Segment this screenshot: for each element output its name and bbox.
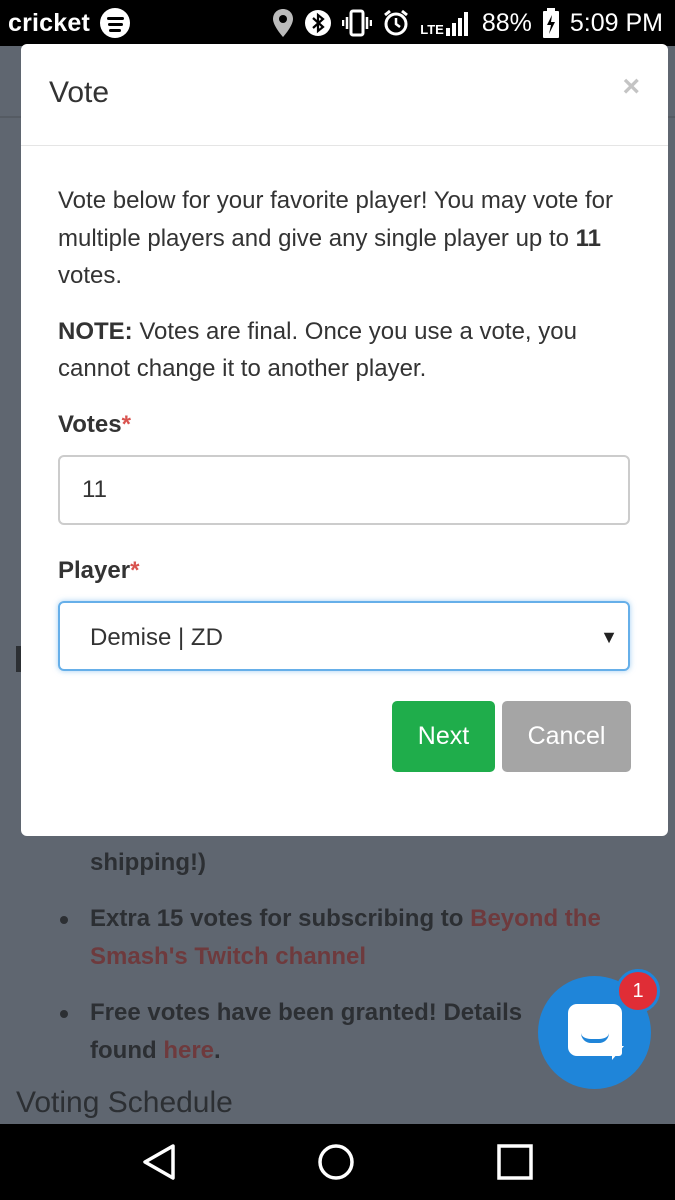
note-label: NOTE: xyxy=(58,317,133,345)
note-text: Votes are final. Once you use a vote, yo… xyxy=(58,317,577,383)
recents-button[interactable] xyxy=(470,1124,560,1200)
required-mark: * xyxy=(121,410,131,438)
spotify-icon xyxy=(100,8,131,38)
votes-input[interactable] xyxy=(58,454,630,525)
recents-icon xyxy=(497,1144,533,1180)
back-icon xyxy=(143,1144,175,1180)
close-button[interactable]: × xyxy=(622,70,640,104)
alarm-icon xyxy=(384,9,409,36)
modal-header: Vote × xyxy=(21,44,668,146)
bullet-text: Extra 15 votes for subscribing to xyxy=(90,905,471,932)
bullet-dot xyxy=(60,1010,68,1018)
cancel-button[interactable]: Cancel xyxy=(502,701,631,772)
vote-modal: Vote × Vote below for your favorite play… xyxy=(21,44,668,836)
modal-body: Vote below for your favorite player! You… xyxy=(58,182,632,671)
bullet-text: found xyxy=(90,1037,164,1064)
back-button[interactable] xyxy=(114,1124,204,1200)
vote-instructions: Vote below for your favorite player! You… xyxy=(58,182,632,295)
battery-percent: 88% xyxy=(481,8,532,37)
bluetooth-icon xyxy=(305,10,332,36)
details-here-link[interactable]: here xyxy=(163,1037,214,1064)
status-bar: cricket LTE 88% 5:09 PM xyxy=(0,0,675,46)
max-votes-value: 11 xyxy=(575,224,602,252)
votes-label-text: Votes xyxy=(58,410,122,438)
next-button[interactable]: Next xyxy=(392,701,495,772)
bullet-text: . xyxy=(214,1037,221,1064)
modal-actions: Next Cancel xyxy=(392,701,631,772)
bullet-text: Free votes have been granted! Details xyxy=(90,999,523,1026)
vibrate-icon xyxy=(342,9,373,37)
instructions-text-end: votes. xyxy=(58,262,123,289)
navigation-bar xyxy=(0,1124,675,1200)
votes-label: Votes* xyxy=(58,407,632,443)
carrier-name: cricket xyxy=(8,8,91,37)
chat-icon-tail xyxy=(612,1046,624,1060)
vote-note: NOTE: Votes are final. Once you use a vo… xyxy=(58,313,632,388)
required-mark: * xyxy=(130,556,140,584)
background-partial-line: shipping!) xyxy=(90,849,206,876)
clock: 5:09 PM xyxy=(569,8,663,37)
home-icon xyxy=(318,1144,354,1180)
lte-signal-icon: LTE xyxy=(420,10,472,36)
voting-schedule-heading: Voting Schedule xyxy=(16,1086,233,1119)
player-selected-value: Demise | ZD xyxy=(90,623,223,651)
dropdown-caret-icon: ▼ xyxy=(600,626,618,647)
home-button[interactable] xyxy=(291,1124,381,1200)
player-label: Player* xyxy=(58,553,632,589)
battery-charging-icon xyxy=(542,8,559,38)
background-bullet-subscribe: Extra 15 votes for subscribing to Beyond… xyxy=(90,900,650,976)
modal-title: Vote xyxy=(49,76,110,109)
instructions-text: Vote below for your favorite player! You… xyxy=(58,187,613,252)
location-icon xyxy=(273,9,294,37)
player-label-text: Player xyxy=(58,556,131,584)
player-select[interactable]: Demise | ZD ▼ xyxy=(58,600,630,671)
unread-badge: 1 xyxy=(616,969,660,1013)
lte-label: LTE xyxy=(420,22,444,37)
bullet-dot xyxy=(60,916,68,924)
background-bullet-free-votes: Free votes have been granted! Details fo… xyxy=(90,994,550,1070)
